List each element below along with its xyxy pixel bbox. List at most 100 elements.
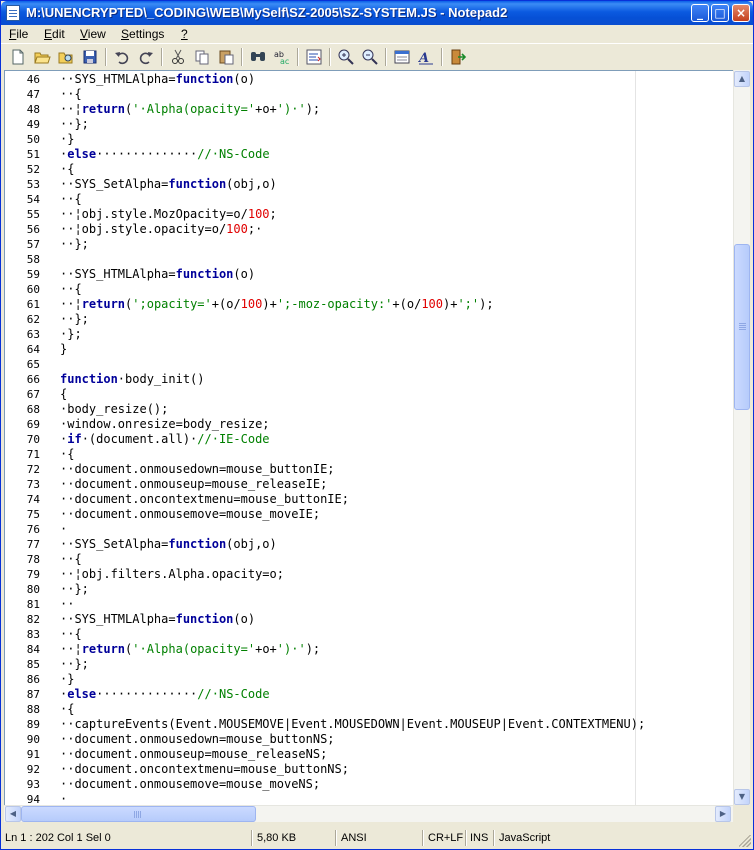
paste-icon[interactable] [217, 48, 235, 66]
code-line[interactable]: 71 ·{ [5, 447, 734, 462]
code-line[interactable]: 56 ··¦obj.style.opacity=o/100;· [5, 222, 734, 237]
vertical-scrollbar[interactable]: ▲ ▼ [733, 70, 750, 806]
line-text: ·{ [60, 447, 75, 461]
code-line[interactable]: 82 ··SYS_HTMLAlpha=function(o) [5, 612, 734, 627]
code-line[interactable]: 80 ··}; [5, 582, 734, 597]
code-line[interactable]: 47 ··{ [5, 87, 734, 102]
code-line[interactable]: 55 ··¦obj.style.MozOpacity=o/100; [5, 207, 734, 222]
code-line[interactable]: 58 [5, 252, 734, 267]
exit-icon[interactable] [449, 48, 467, 66]
code-line[interactable]: 65 [5, 357, 734, 372]
line-text: ·{ [60, 702, 75, 716]
copy-icon[interactable] [193, 48, 211, 66]
code-line[interactable]: 83 ··{ [5, 627, 734, 642]
code-line[interactable]: 70 ·if·(document.all)·//·IE-Code [5, 432, 734, 447]
replace-icon[interactable]: ab ac [273, 48, 291, 66]
zoom-in-icon[interactable] [337, 48, 355, 66]
code-line[interactable]: 91 ··document.onmouseup=mouse_releaseNS; [5, 747, 734, 762]
word-wrap-icon[interactable] [305, 48, 323, 66]
zoom-out-icon[interactable] [361, 48, 379, 66]
code-editor[interactable]: 46 ··SYS_HTMLAlpha=function(o) 47 ··{48 ··¦r… [4, 70, 735, 806]
code-line[interactable]: 81 ·· [5, 597, 734, 612]
code-line[interactable]: 88 ·{ [5, 702, 734, 717]
code-line[interactable]: 62 ··}; [5, 312, 734, 327]
code-line[interactable]: 76 · [5, 522, 734, 537]
minimize-button[interactable]: _ [691, 4, 709, 22]
line-text: ··SYS_HTMLAlpha=function(o) [60, 612, 256, 626]
code-line[interactable]: 78 ··{ [5, 552, 734, 567]
code-line[interactable]: 72 ··document.onmousedown=mouse_buttonIE; [5, 462, 734, 477]
cut-icon[interactable] [169, 48, 187, 66]
scroll-down-button[interactable]: ▼ [734, 789, 750, 805]
code-line[interactable]: 69 ·window.onresize=body_resize; [5, 417, 734, 432]
code-line[interactable]: 86 ·} [5, 672, 734, 687]
toolbar: ab ac A [1, 43, 753, 69]
code-line[interactable]: 61 ··¦return(';opacity='+(o/100)+';-moz-o… [5, 297, 734, 312]
line-number: 73 [26, 478, 40, 491]
scroll-right-button[interactable]: ▶ [715, 806, 731, 822]
code-line[interactable]: 94 · [5, 792, 734, 805]
code-line[interactable]: 67 { [5, 387, 734, 402]
redo-icon[interactable] [137, 48, 155, 66]
svg-text:ac: ac [280, 57, 289, 66]
notepad-app-icon[interactable] [6, 5, 20, 21]
status-encoding[interactable]: ANSI [341, 830, 367, 846]
code-line[interactable]: 93 ··document.onmousemove=mouse_moveNS; [5, 777, 734, 792]
save-icon[interactable] [81, 48, 99, 66]
code-line[interactable]: 64} [5, 342, 734, 357]
code-line[interactable]: 89 ··captureEvents(Event.MOUSEMOVE|Event.… [5, 717, 734, 732]
horizontal-scrollbar[interactable]: ◀ ▶ [4, 805, 733, 822]
code-line[interactable]: 87 ·else··············//·NS-Code [5, 687, 734, 702]
code-line[interactable]: 90 ··document.onmousedown=mouse_buttonNS; [5, 732, 734, 747]
code-line[interactable]: 74 ··document.oncontextmenu=mouse_buttonI… [5, 492, 734, 507]
scroll-up-button[interactable]: ▲ [734, 71, 750, 87]
code-line[interactable]: 79 ··¦obj.filters.Alpha.opacity=o; [5, 567, 734, 582]
code-line[interactable]: 52 ·{ [5, 162, 734, 177]
code-line[interactable]: 85 ··}; [5, 657, 734, 672]
code-line[interactable]: 77 ··SYS_SetAlpha=function(obj,o) [5, 537, 734, 552]
code-line[interactable]: 53 ··SYS_SetAlpha=function(obj,o) [5, 177, 734, 192]
settings-icon[interactable] [393, 48, 411, 66]
code-line[interactable]: 59 ··SYS_HTMLAlpha=function(o) [5, 267, 734, 282]
status-line-ending[interactable]: CR+LF [428, 830, 463, 846]
scroll-left-button[interactable]: ◀ [5, 806, 21, 822]
code-line[interactable]: 49 ··}; [5, 117, 734, 132]
title-bar[interactable]: M:\UNENCRYPTED\_CODING\WEB\MySelf\SZ-200… [1, 1, 753, 25]
resize-grip-icon[interactable] [739, 835, 751, 847]
code-line[interactable]: 60 ··{ [5, 282, 734, 297]
code-line[interactable]: 92 ··document.oncontextmenu=mouse_buttonN… [5, 762, 734, 777]
status-lexer[interactable]: JavaScript [499, 830, 550, 846]
close-button[interactable]: × [732, 4, 750, 22]
line-number: 87 [26, 688, 40, 701]
new-file-icon[interactable] [9, 48, 27, 66]
menu-file[interactable]: File [9, 27, 28, 41]
line-text: ··¦obj.style.opacity=o/100;· [60, 222, 263, 236]
menu-view[interactable]: View [80, 27, 106, 41]
code-line[interactable]: 66 function·body_init() [5, 372, 734, 387]
code-line[interactable]: 73 ··document.onmouseup=mouse_releaseIE; [5, 477, 734, 492]
undo-icon[interactable] [113, 48, 131, 66]
maximize-button[interactable]: □ [711, 4, 729, 22]
scrollbar-corner [733, 805, 750, 822]
code-line[interactable]: 46 ··SYS_HTMLAlpha=function(o) [5, 72, 734, 87]
menu-settings[interactable]: Settings [121, 27, 164, 41]
line-number: 83 [26, 628, 40, 641]
horizontal-scroll-thumb[interactable] [21, 806, 256, 822]
menu-edit[interactable]: Edit [44, 27, 65, 41]
code-line[interactable]: 51 ·else··············//·NS-Code [5, 147, 734, 162]
font-icon[interactable]: A [417, 48, 435, 66]
code-line[interactable]: 84 ··¦return('·Alpha(opacity='+o+')·'); [5, 642, 734, 657]
code-line[interactable]: 54 ··{ [5, 192, 734, 207]
browse-icon[interactable] [57, 48, 75, 66]
vertical-scroll-thumb[interactable] [734, 244, 750, 410]
code-line[interactable]: 50 ·} [5, 132, 734, 147]
code-line[interactable]: 57 ··}; [5, 237, 734, 252]
code-line[interactable]: 48 ··¦return('·Alpha(opacity='+o+')·'); [5, 102, 734, 117]
code-line[interactable]: 68 ·body_resize(); [5, 402, 734, 417]
menu-help[interactable]: ? [181, 27, 188, 41]
find-icon[interactable] [249, 48, 267, 66]
line-text: ··}; [60, 237, 89, 251]
code-line[interactable]: 63 ·}; [5, 327, 734, 342]
open-folder-icon[interactable] [33, 48, 51, 66]
code-line[interactable]: 75 ··document.onmousemove=mouse_moveIE; [5, 507, 734, 522]
